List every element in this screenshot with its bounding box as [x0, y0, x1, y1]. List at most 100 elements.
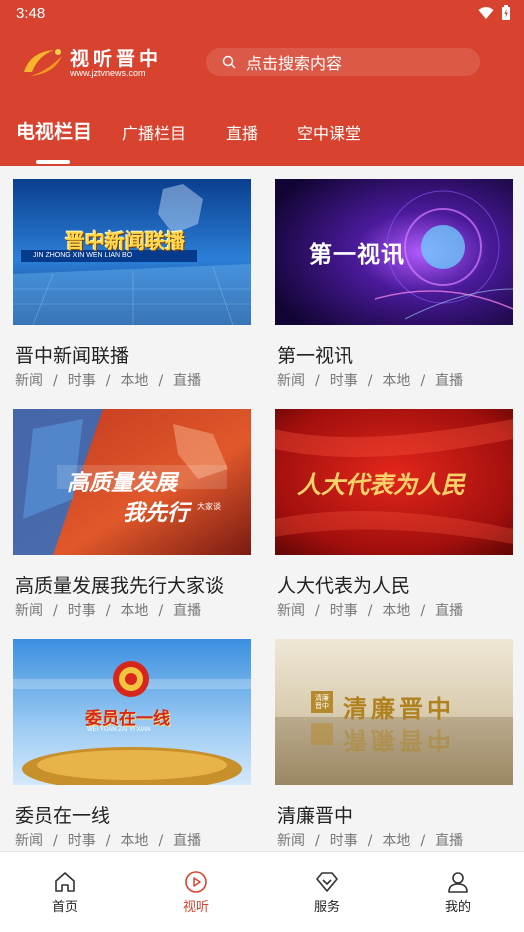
tag-separator: /	[158, 373, 164, 389]
play-icon	[185, 871, 207, 893]
program-tags: 新闻 / 时事 / 本地 / 直播	[277, 830, 463, 850]
tag-label: 时事	[329, 833, 358, 849]
thumbnail-caption-reflection: 清廉晋中	[343, 726, 455, 755]
nav-service[interactable]: 服务	[297, 870, 357, 915]
app-header: 视听晋中 www.jztvnews.com 点击搜索内容 电视栏目 广播栏目 直…	[0, 28, 524, 166]
tag-label: 直播	[173, 603, 202, 619]
tag-label: 新闻	[277, 603, 305, 619]
tag-separator: /	[105, 373, 111, 389]
tag-label: 直播	[435, 373, 464, 389]
thumbnail-subcaption: 大家谈	[197, 502, 221, 511]
tag-label: 新闻	[277, 373, 305, 389]
search-bar[interactable]: 点击搜索内容	[206, 48, 480, 76]
thumbnail-caption: 清廉晋中	[343, 694, 455, 723]
user-icon	[448, 872, 468, 893]
program-tags: 新闻 / 时事 / 本地 / 直播	[15, 370, 201, 390]
tag-separator: /	[367, 373, 373, 389]
tag-separator: /	[53, 373, 58, 389]
status-icons	[478, 5, 510, 20]
program-thumbnail: 第一视讯	[275, 179, 513, 325]
program-title: 晋中新闻联播	[15, 345, 130, 367]
tag-label: 本地	[120, 373, 149, 389]
nav-home[interactable]: 首页	[35, 870, 95, 915]
program-card[interactable]: 高质量发展 我先行 大家谈 高质量发展我先行大家谈 新闻 / 时事 / 本地 / 直播	[13, 409, 251, 627]
category-tabs: 电视栏目 广播栏目 直播 空中课堂	[0, 116, 524, 164]
tag-label: 直播	[173, 373, 202, 389]
active-tab-indicator	[36, 160, 70, 164]
tab-air-classroom[interactable]: 空中课堂	[297, 120, 361, 144]
home-icon	[55, 872, 75, 892]
program-tags: 新闻 / 时事 / 本地 / 直播	[15, 600, 201, 620]
program-title: 委员在一线	[15, 805, 111, 827]
program-card[interactable]: 委员在一线 WEI YUAN ZAI YI XIAN 委员在一线 新闻 / 时事 / 本…	[13, 639, 251, 851]
thumbnail-subcaption: WEI YUAN ZAI YI XIAN	[87, 727, 151, 733]
thumbnail-caption: 委员在一线	[85, 709, 170, 729]
app-logo[interactable]: 视听晋中 www.jztvnews.com	[20, 44, 170, 80]
tag-label: 本地	[382, 833, 411, 849]
tag-label: 时事	[329, 603, 358, 619]
program-thumbnail: 人大代表为人民	[275, 409, 513, 555]
tag-label: 本地	[382, 373, 411, 389]
nav-media[interactable]: 视听	[166, 870, 226, 915]
tab-radio-programs[interactable]: 广播栏目	[122, 120, 186, 144]
tag-label: 直播	[173, 833, 202, 849]
tag-separator: /	[367, 833, 373, 849]
thumbnail-caption-line2: 我先行	[123, 501, 190, 526]
thumbnail-caption: 第一视讯	[309, 242, 405, 268]
tag-label: 直播	[435, 833, 464, 849]
logo-name: 视听晋中	[70, 48, 163, 70]
tab-live[interactable]: 直播	[226, 120, 258, 144]
program-thumbnail: 晋中新闻联播 JIN ZHONG XIN WEN LIAN BO	[13, 179, 251, 325]
search-icon	[222, 55, 236, 69]
program-card[interactable]: 第一视讯 第一视讯 新闻 / 时事 / 本地 / 直播	[275, 179, 513, 397]
nav-label: 服务	[313, 900, 340, 915]
program-title: 高质量发展我先行大家谈	[15, 575, 225, 597]
program-title: 第一视讯	[277, 345, 354, 367]
thumbnail-badge: 清廉晋中	[315, 694, 329, 710]
tag-separator: /	[53, 833, 58, 849]
tag-label: 时事	[329, 373, 358, 389]
program-title: 人大代表为人民	[277, 575, 411, 597]
program-tags: 新闻 / 时事 / 本地 / 直播	[277, 600, 463, 620]
program-thumbnail: 清廉晋中 清廉晋中 清廉晋中	[275, 639, 513, 785]
program-thumbnail: 委员在一线 WEI YUAN ZAI YI XIAN	[13, 639, 251, 785]
tag-label: 直播	[435, 603, 464, 619]
program-tags: 新闻 / 时事 / 本地 / 直播	[15, 830, 201, 850]
tag-separator: /	[420, 603, 426, 619]
tag-label: 本地	[382, 603, 411, 619]
tag-label: 时事	[67, 603, 96, 619]
tag-label: 新闻	[15, 833, 43, 849]
nav-label: 视听	[182, 900, 209, 915]
tag-separator: /	[53, 603, 58, 619]
program-card[interactable]: 晋中新闻联播 JIN ZHONG XIN WEN LIAN BO 晋中新闻联播 …	[13, 179, 251, 397]
program-thumbnail: 高质量发展 我先行 大家谈	[13, 409, 251, 555]
tag-separator: /	[315, 833, 320, 849]
tag-label: 时事	[67, 833, 96, 849]
thumbnail-caption: 人大代表为人民	[297, 470, 465, 499]
tag-label: 新闻	[15, 373, 43, 389]
program-card[interactable]: 人大代表为人民 人大代表为人民 新闻 / 时事 / 本地 / 直播	[275, 409, 513, 627]
program-card[interactable]: 清廉晋中 清廉晋中 清廉晋中 清廉晋中 新闻 / 时事 / 本地 / 直播	[275, 639, 513, 851]
logo-swirl-icon	[24, 49, 62, 76]
program-tags: 新闻 / 时事 / 本地 / 直播	[277, 370, 463, 390]
nav-mine[interactable]: 我的	[428, 870, 488, 915]
tag-separator: /	[105, 603, 111, 619]
program-grid: 晋中新闻联播 JIN ZHONG XIN WEN LIAN BO 晋中新闻联播 …	[0, 166, 524, 851]
nav-label: 我的	[444, 900, 471, 915]
tag-label: 新闻	[15, 603, 43, 619]
wifi-icon	[478, 6, 494, 19]
tab-tv-programs[interactable]: 电视栏目	[16, 117, 92, 144]
tag-label: 本地	[120, 603, 149, 619]
tag-label: 新闻	[277, 833, 305, 849]
status-time: 3:48	[16, 5, 46, 22]
tag-separator: /	[158, 603, 164, 619]
tag-separator: /	[420, 833, 426, 849]
program-title: 清廉晋中	[277, 805, 354, 827]
status-bar: 3:48	[0, 0, 524, 28]
thumbnail-caption: 晋中新闻联播	[65, 229, 185, 253]
nav-label: 首页	[51, 900, 78, 915]
thumbnail-caption: 高质量发展	[67, 471, 178, 496]
tag-label: 时事	[67, 373, 96, 389]
tag-separator: /	[420, 373, 426, 389]
logo-url: www.jztvnews.com	[70, 68, 146, 78]
